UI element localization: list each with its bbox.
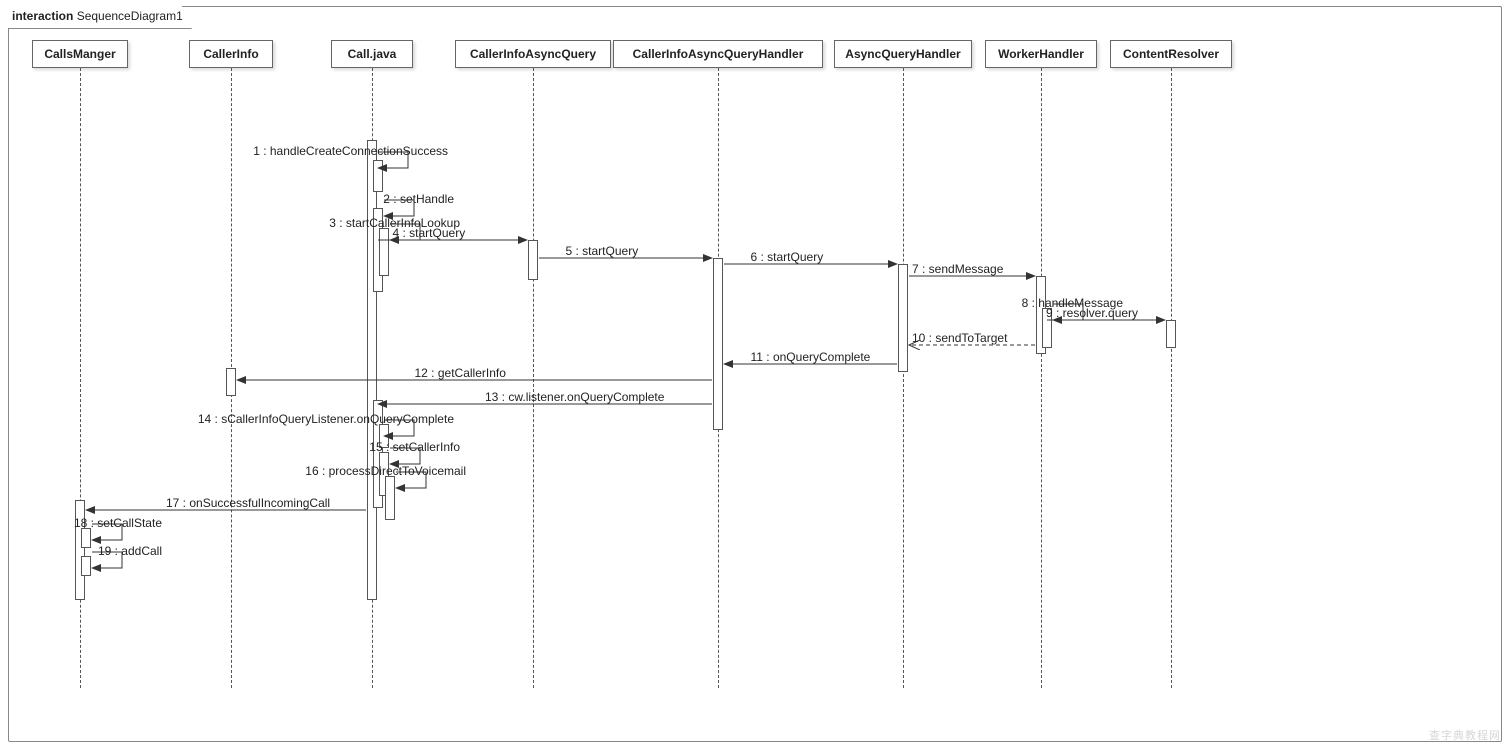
participant-box: CallsManger: [32, 40, 128, 68]
message-label: 16 : processDirectToVoicemail: [305, 464, 466, 478]
activation-bar: [528, 240, 538, 280]
participant-label: WorkerHandler: [998, 47, 1084, 61]
lifeline: [1041, 68, 1042, 688]
message-label: 12 : getCallerInfo: [415, 366, 506, 380]
message-label: 15 : setCallerInfo: [369, 440, 460, 454]
sequence-diagram-canvas: interaction SequenceDiagram1 CallsManger…: [0, 0, 1511, 749]
lifeline: [533, 68, 534, 688]
participant-box: WorkerHandler: [985, 40, 1097, 68]
participant-box: CallerInfo: [189, 40, 273, 68]
lifeline: [1171, 68, 1172, 688]
message-label: 1 : handleCreateConnectionSuccess: [253, 144, 448, 158]
participant-box: Call.java: [331, 40, 413, 68]
activation-bar: [226, 368, 236, 396]
message-label: 14 : sCallerInfoQueryListener.onQueryCom…: [198, 412, 454, 426]
lifeline: [903, 68, 904, 688]
message-label: 10 : sendToTarget: [912, 331, 1007, 345]
message-label: 18 : setCallState: [74, 516, 162, 530]
message-label: 2 : setHandle: [383, 192, 454, 206]
participant-label: CallerInfo: [203, 47, 258, 61]
message-label: 19 : addCall: [98, 544, 162, 558]
participant-label: AsyncQueryHandler: [845, 47, 960, 61]
interaction-frame-tab: interaction SequenceDiagram1: [8, 6, 192, 29]
participant-label: Call.java: [348, 47, 397, 61]
participant-box: CallerInfoAsyncQuery: [455, 40, 611, 68]
message-label: 13 : cw.listener.onQueryComplete: [485, 390, 664, 404]
frame-kind: interaction: [12, 9, 73, 23]
message-label: 4 : startQuery: [393, 226, 466, 240]
activation-bar: [75, 500, 85, 600]
activation-bar: [1166, 320, 1176, 348]
message-label: 11 : onQueryComplete: [751, 350, 871, 364]
participant-label: CallerInfoAsyncQueryHandler: [633, 47, 804, 61]
activation-bar: [373, 160, 383, 192]
participant-box: ContentResolver: [1110, 40, 1232, 68]
frame-name: SequenceDiagram1: [77, 9, 183, 23]
activation-bar: [713, 258, 723, 430]
activation-bar: [379, 228, 389, 276]
participant-label: ContentResolver: [1123, 47, 1219, 61]
message-label: 6 : startQuery: [751, 250, 824, 264]
participant-box: AsyncQueryHandler: [834, 40, 972, 68]
activation-bar: [385, 476, 395, 520]
participant-label: CallerInfoAsyncQuery: [470, 47, 596, 61]
participant-label: CallsManger: [44, 47, 115, 61]
message-label: 5 : startQuery: [566, 244, 639, 258]
activation-bar: [81, 556, 91, 576]
activation-bar: [898, 264, 908, 372]
message-label: 7 : sendMessage: [912, 262, 1003, 276]
watermark: 查字典教程网: [1429, 727, 1501, 743]
message-label: 9 : resolver.query: [1046, 306, 1138, 320]
message-label: 17 : onSuccessfulIncomingCall: [166, 496, 330, 510]
activation-bar: [81, 528, 91, 548]
participant-box: CallerInfoAsyncQueryHandler: [613, 40, 823, 68]
